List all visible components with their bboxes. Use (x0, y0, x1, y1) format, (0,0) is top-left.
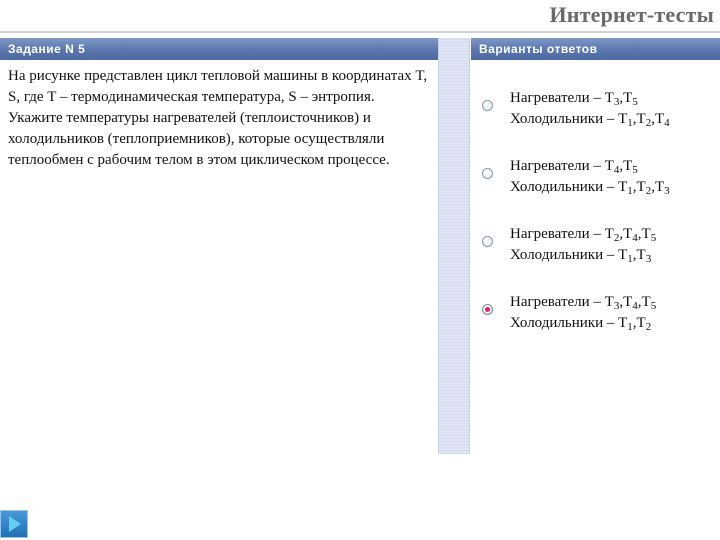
cooler-temperature-symbol: T (636, 111, 646, 127)
radio-icon[interactable] (482, 100, 493, 111)
cooler-temperature-symbol: T (618, 179, 628, 195)
heater-temperature-symbol: T (604, 90, 614, 106)
cooler-temperature-symbol: T (636, 315, 646, 331)
heaters-line: Нагреватели – T4,T5 (510, 156, 670, 177)
heater-temperature-symbol: T (623, 90, 633, 106)
cooler-temperature-index: 4 (664, 117, 670, 129)
heater-temperature-symbol: T (604, 226, 614, 242)
cooler-temperature-symbol: T (618, 315, 628, 331)
cooler-temperature-symbol: T (654, 111, 665, 127)
heaters-label: Нагреватели – (510, 294, 605, 310)
radio-selected-icon[interactable] (482, 304, 493, 315)
heater-temperature-index: 5 (632, 96, 638, 108)
heaters-label: Нагреватели – (510, 158, 605, 174)
question-text: На рисунке представлен цикл тепловой маш… (8, 68, 428, 168)
heater-temperature-symbol: T (641, 294, 651, 310)
coolers-label: Холодильники – (510, 247, 619, 263)
cooler-temperature-symbol: T (618, 247, 628, 263)
heater-temperature-symbol: T (623, 294, 633, 310)
cooler-temperature-symbol: T (654, 179, 665, 195)
heaters-line: Нагреватели – T3,T5 (510, 88, 670, 109)
answer-option[interactable]: Нагреватели – T3,T5 Холодильники – T1,T2,… (482, 88, 718, 134)
answers-header: Варианты ответов (471, 38, 720, 60)
heaters-label: Нагреватели – (510, 226, 605, 242)
play-arrow-icon (9, 516, 21, 532)
cooler-temperature-symbol: T (618, 111, 628, 127)
answer-option[interactable]: Нагреватели – T3,T4,T5 Холодильники – T1,… (482, 292, 718, 338)
heaters-label: Нагреватели – (510, 90, 605, 106)
heater-temperature-symbol: T (623, 226, 633, 242)
coolers-line: Холодильники – T1,T2 (510, 313, 656, 334)
heater-temperature-index: 5 (632, 164, 638, 176)
answer-option[interactable]: Нагреватели – T4,T5 Холодильники – T1,T2,… (482, 156, 718, 202)
answer-text: Нагреватели – T3,T5 Холодильники – T1,T2,… (510, 88, 670, 130)
heater-temperature-index: 5 (650, 232, 657, 244)
heater-temperature-symbol: T (623, 158, 633, 174)
answer-text: Нагреватели – T3,T4,T5 Холодильники – T1,… (510, 292, 656, 334)
cooler-temperature-index: 3 (645, 253, 652, 265)
coolers-label: Холодильники – (510, 179, 619, 195)
heater-temperature-index: 5 (650, 300, 657, 312)
coolers-line: Холодильники – T1,T3 (510, 245, 656, 266)
radio-icon[interactable] (482, 168, 493, 179)
heater-temperature-symbol: T (604, 294, 614, 310)
radio-icon[interactable] (482, 236, 493, 247)
heater-temperature-symbol: T (604, 158, 614, 174)
panel-divider (438, 38, 470, 454)
cooler-temperature-index: 2 (645, 321, 652, 333)
title-divider (0, 31, 720, 33)
task-header: Задание N 5 (0, 38, 438, 60)
next-button[interactable] (0, 510, 28, 538)
coolers-line: Холодильники – T1,T2,T3 (510, 177, 670, 198)
answer-text: Нагреватели – T4,T5 Холодильники – T1,T2,… (510, 156, 670, 198)
answer-option[interactable]: Нагреватели – T2,T4,T5 Холодильники – T1,… (482, 224, 718, 270)
coolers-line: Холодильники – T1,T2,T4 (510, 109, 670, 130)
cooler-temperature-symbol: T (636, 179, 646, 195)
heaters-line: Нагреватели – T2,T4,T5 (510, 224, 656, 245)
coolers-label: Холодильники – (510, 111, 619, 127)
radio-dot-icon (485, 307, 490, 312)
heater-temperature-symbol: T (641, 226, 651, 242)
heaters-line: Нагреватели – T3,T4,T5 (510, 292, 656, 313)
answer-text: Нагреватели – T2,T4,T5 Холодильники – T1,… (510, 224, 656, 266)
coolers-label: Холодильники – (510, 315, 619, 331)
cooler-temperature-index: 3 (664, 185, 670, 197)
site-title: Интернет-тесты (549, 2, 714, 27)
cooler-temperature-symbol: T (636, 247, 646, 263)
